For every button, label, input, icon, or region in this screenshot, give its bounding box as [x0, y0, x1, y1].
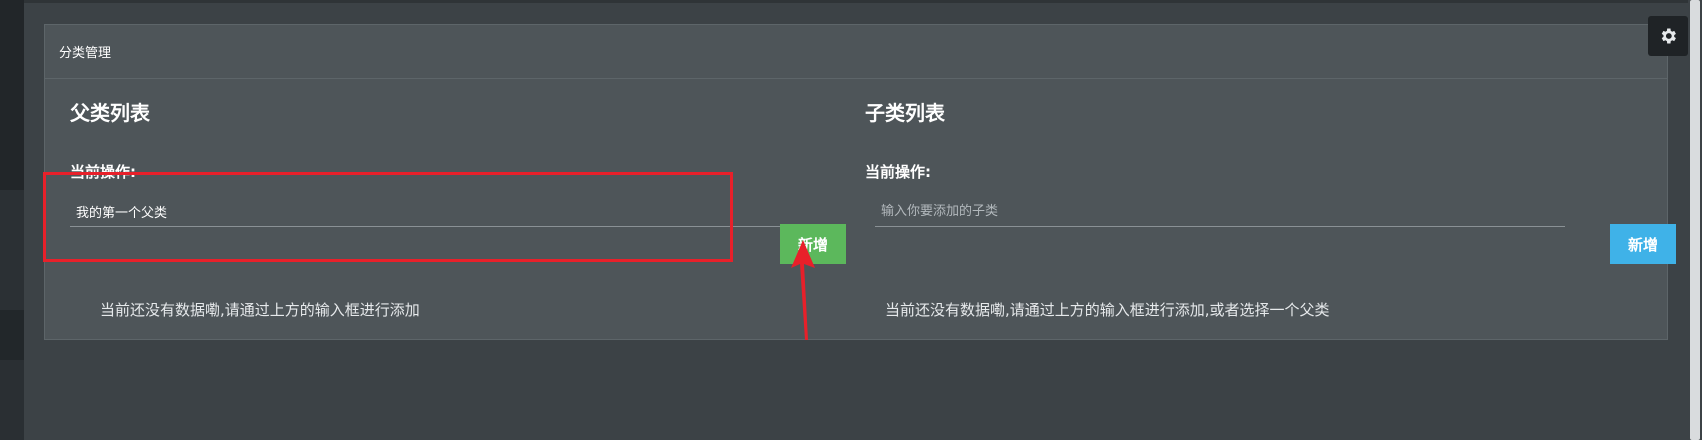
panel-title: 分类管理 — [59, 46, 112, 61]
parent-operation-label: 当前操作: — [70, 163, 136, 181]
sidebar-block[interactable] — [0, 360, 24, 440]
child-list-heading: 子类列表 — [865, 101, 945, 125]
sidebar-block[interactable] — [0, 190, 24, 310]
add-child-button[interactable]: 新增 — [1610, 224, 1676, 264]
child-empty-message: 当前还没有数据嘞,请通过上方的输入框进行添加,或者选择一个父类 — [885, 301, 1330, 319]
panel-header: 分类管理 — [45, 25, 1667, 79]
sidebar-block[interactable] — [0, 310, 24, 360]
parent-empty-message: 当前还没有数据嘞,请通过上方的输入框进行添加 — [100, 301, 420, 319]
settings-button[interactable] — [1648, 16, 1688, 56]
top-edge — [24, 0, 1688, 3]
add-parent-button[interactable]: 新增 — [780, 224, 846, 264]
child-input-wrap — [875, 197, 1565, 227]
category-management-panel: 分类管理 父类列表 当前操作: 新增 当前还没有数据嘞,请通过上方的输入框进行添… — [44, 24, 1676, 340]
sidebar-block[interactable] — [0, 0, 24, 190]
scrollbar[interactable] — [1688, 0, 1702, 440]
child-operation-label: 当前操作: — [865, 163, 931, 181]
gear-icon — [1661, 28, 1676, 44]
parent-list-heading: 父类列表 — [70, 101, 150, 125]
child-category-input[interactable] — [875, 197, 1565, 225]
sidebar — [0, 0, 24, 440]
scrollbar-thumb[interactable] — [1690, 0, 1700, 440]
parent-category-input[interactable] — [70, 197, 780, 225]
parent-input-wrap — [70, 197, 780, 227]
page: 分类管理 父类列表 当前操作: 新增 当前还没有数据嘞,请通过上方的输入框进行添… — [0, 0, 1702, 440]
